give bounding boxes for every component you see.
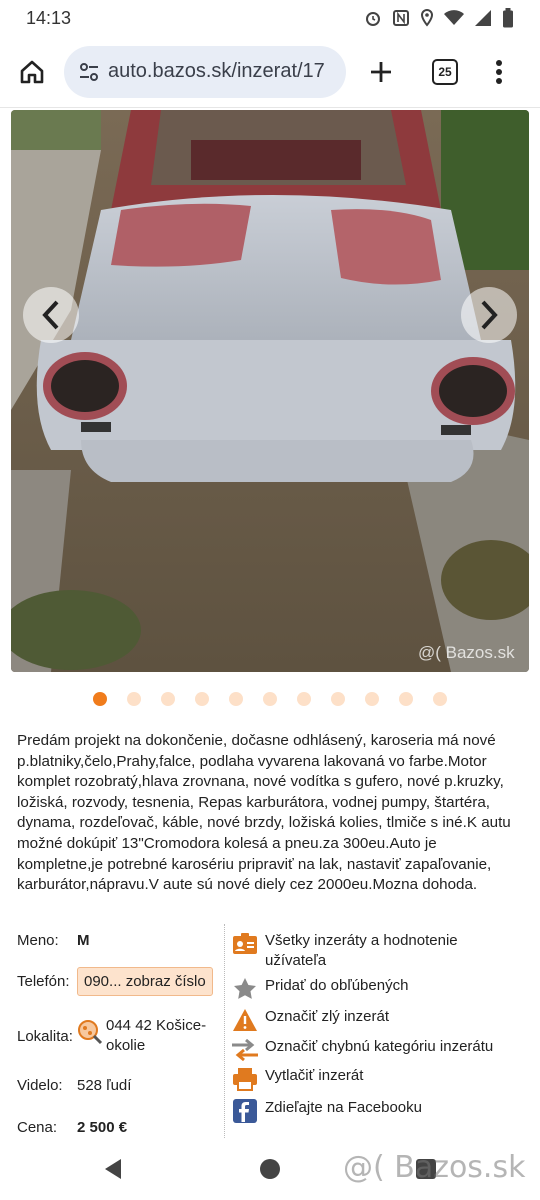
status-icons — [364, 8, 514, 28]
home-nav-icon[interactable] — [260, 1159, 280, 1179]
battery-icon — [503, 8, 513, 28]
browser-menu-button[interactable] — [474, 36, 524, 108]
views-value: 528 ľudí — [77, 1077, 132, 1094]
back-icon[interactable] — [103, 1158, 123, 1180]
action-label: Označiť zlý inzerát — [265, 1008, 389, 1025]
gallery-pagination — [0, 692, 540, 706]
chevron-right-icon — [481, 300, 498, 330]
signal-icon — [475, 10, 491, 26]
gallery-dot[interactable] — [195, 692, 209, 706]
gallery-dot[interactable] — [399, 692, 413, 706]
car-photo — [11, 110, 529, 672]
location-row: Lokalita: 044 42 Košice-okolie — [17, 1016, 226, 1056]
tab-count: 25 — [432, 58, 458, 85]
price-value: 2 500 € — [77, 1119, 128, 1136]
status-time: 14:13 — [26, 7, 72, 28]
alarm-icon — [366, 12, 380, 26]
location-label: Lokalita: — [17, 1027, 73, 1045]
bazos-watermark: @( Bazos.sk — [343, 1150, 526, 1185]
name-label: Meno: — [17, 932, 59, 949]
action-label: Označiť chybnú kategóriu inzerátu — [265, 1038, 494, 1055]
facebook-icon — [230, 1098, 260, 1124]
gallery-dot[interactable] — [127, 692, 141, 706]
status-bar: 14:13 — [0, 0, 540, 36]
views-row: Videlo: 528 ľudí — [17, 1077, 131, 1094]
phone-label: Telefón: — [17, 973, 70, 990]
action-label: Vytlačiť inzerát — [265, 1067, 364, 1084]
user-card-icon — [230, 931, 260, 957]
tab-switcher-button[interactable]: 25 — [416, 36, 474, 108]
price-label: Cena: — [17, 1119, 58, 1136]
gallery-dot[interactable] — [161, 692, 175, 706]
name-row: Meno: M — [17, 932, 90, 949]
wifi-icon — [444, 10, 464, 25]
location-value[interactable]: 044 42 Košice-okolie — [106, 1016, 226, 1056]
gallery-prev-button[interactable] — [23, 287, 79, 343]
action-share-facebook[interactable]: Zdieľajte na Facebooku — [230, 1098, 422, 1124]
action-add-favorite[interactable]: Pridať do obľúbených — [230, 976, 408, 1002]
address-bar[interactable]: auto.bazos.sk/inzerat/17 — [64, 45, 346, 98]
new-tab-button[interactable] — [346, 36, 416, 108]
location-icon — [420, 9, 434, 27]
action-label: Všetky inzeráty a hodnotenie užívateľa — [265, 932, 458, 969]
plus-icon — [371, 61, 391, 82]
home-icon — [20, 60, 44, 83]
views-label: Videlo: — [17, 1077, 63, 1094]
action-all-ads[interactable]: Všetky inzeráty a hodnotenie užívateľa — [230, 931, 495, 971]
gallery-dot[interactable] — [229, 692, 243, 706]
show-phone-button[interactable]: 090... zobraz číslo — [77, 967, 213, 996]
chevron-left-icon — [42, 300, 59, 330]
action-print[interactable]: Vytlačiť inzerát — [230, 1066, 363, 1092]
ad-description: Predám projekt na dokončenie, dočasne od… — [17, 732, 511, 894]
name-value: M — [77, 932, 90, 949]
gallery-dot[interactable] — [433, 692, 447, 706]
star-icon — [230, 976, 260, 1002]
url-text: auto.bazos.sk/inzerat/17 — [108, 60, 325, 82]
gallery-dot[interactable] — [365, 692, 379, 706]
printer-icon — [230, 1066, 260, 1092]
price-row: Cena: 2 500 € — [17, 1119, 127, 1136]
nfc-icon — [393, 10, 409, 26]
photo-watermark: @( Bazos.sk — [418, 643, 515, 662]
browser-toolbar: auto.bazos.sk/inzerat/17 25 — [0, 36, 540, 108]
gallery-dot[interactable] — [263, 692, 277, 706]
photo-gallery[interactable] — [11, 110, 529, 672]
gallery-next-button[interactable] — [461, 287, 517, 343]
map-search-icon[interactable] — [76, 1018, 104, 1050]
action-label: Zdieľajte na Facebooku — [265, 1099, 422, 1116]
gallery-dot[interactable] — [297, 692, 311, 706]
gallery-dot[interactable] — [93, 692, 107, 706]
action-report-ad[interactable]: Označiť zlý inzerát — [230, 1007, 389, 1033]
phone-row: Telefón: 090... zobraz číslo — [17, 967, 213, 996]
column-divider — [224, 924, 225, 1138]
swap-arrows-icon — [230, 1037, 260, 1063]
action-label: Pridať do obľúbených — [265, 977, 409, 994]
warning-icon — [230, 1007, 260, 1033]
action-report-category[interactable]: Označiť chybnú kategóriu inzerátu — [230, 1037, 493, 1063]
home-button[interactable] — [0, 36, 64, 108]
site-settings-icon[interactable] — [76, 62, 102, 82]
gallery-dot[interactable] — [331, 692, 345, 706]
system-nav-bar: @( Bazos.sk — [0, 1140, 540, 1200]
more-vert-icon — [496, 59, 502, 84]
